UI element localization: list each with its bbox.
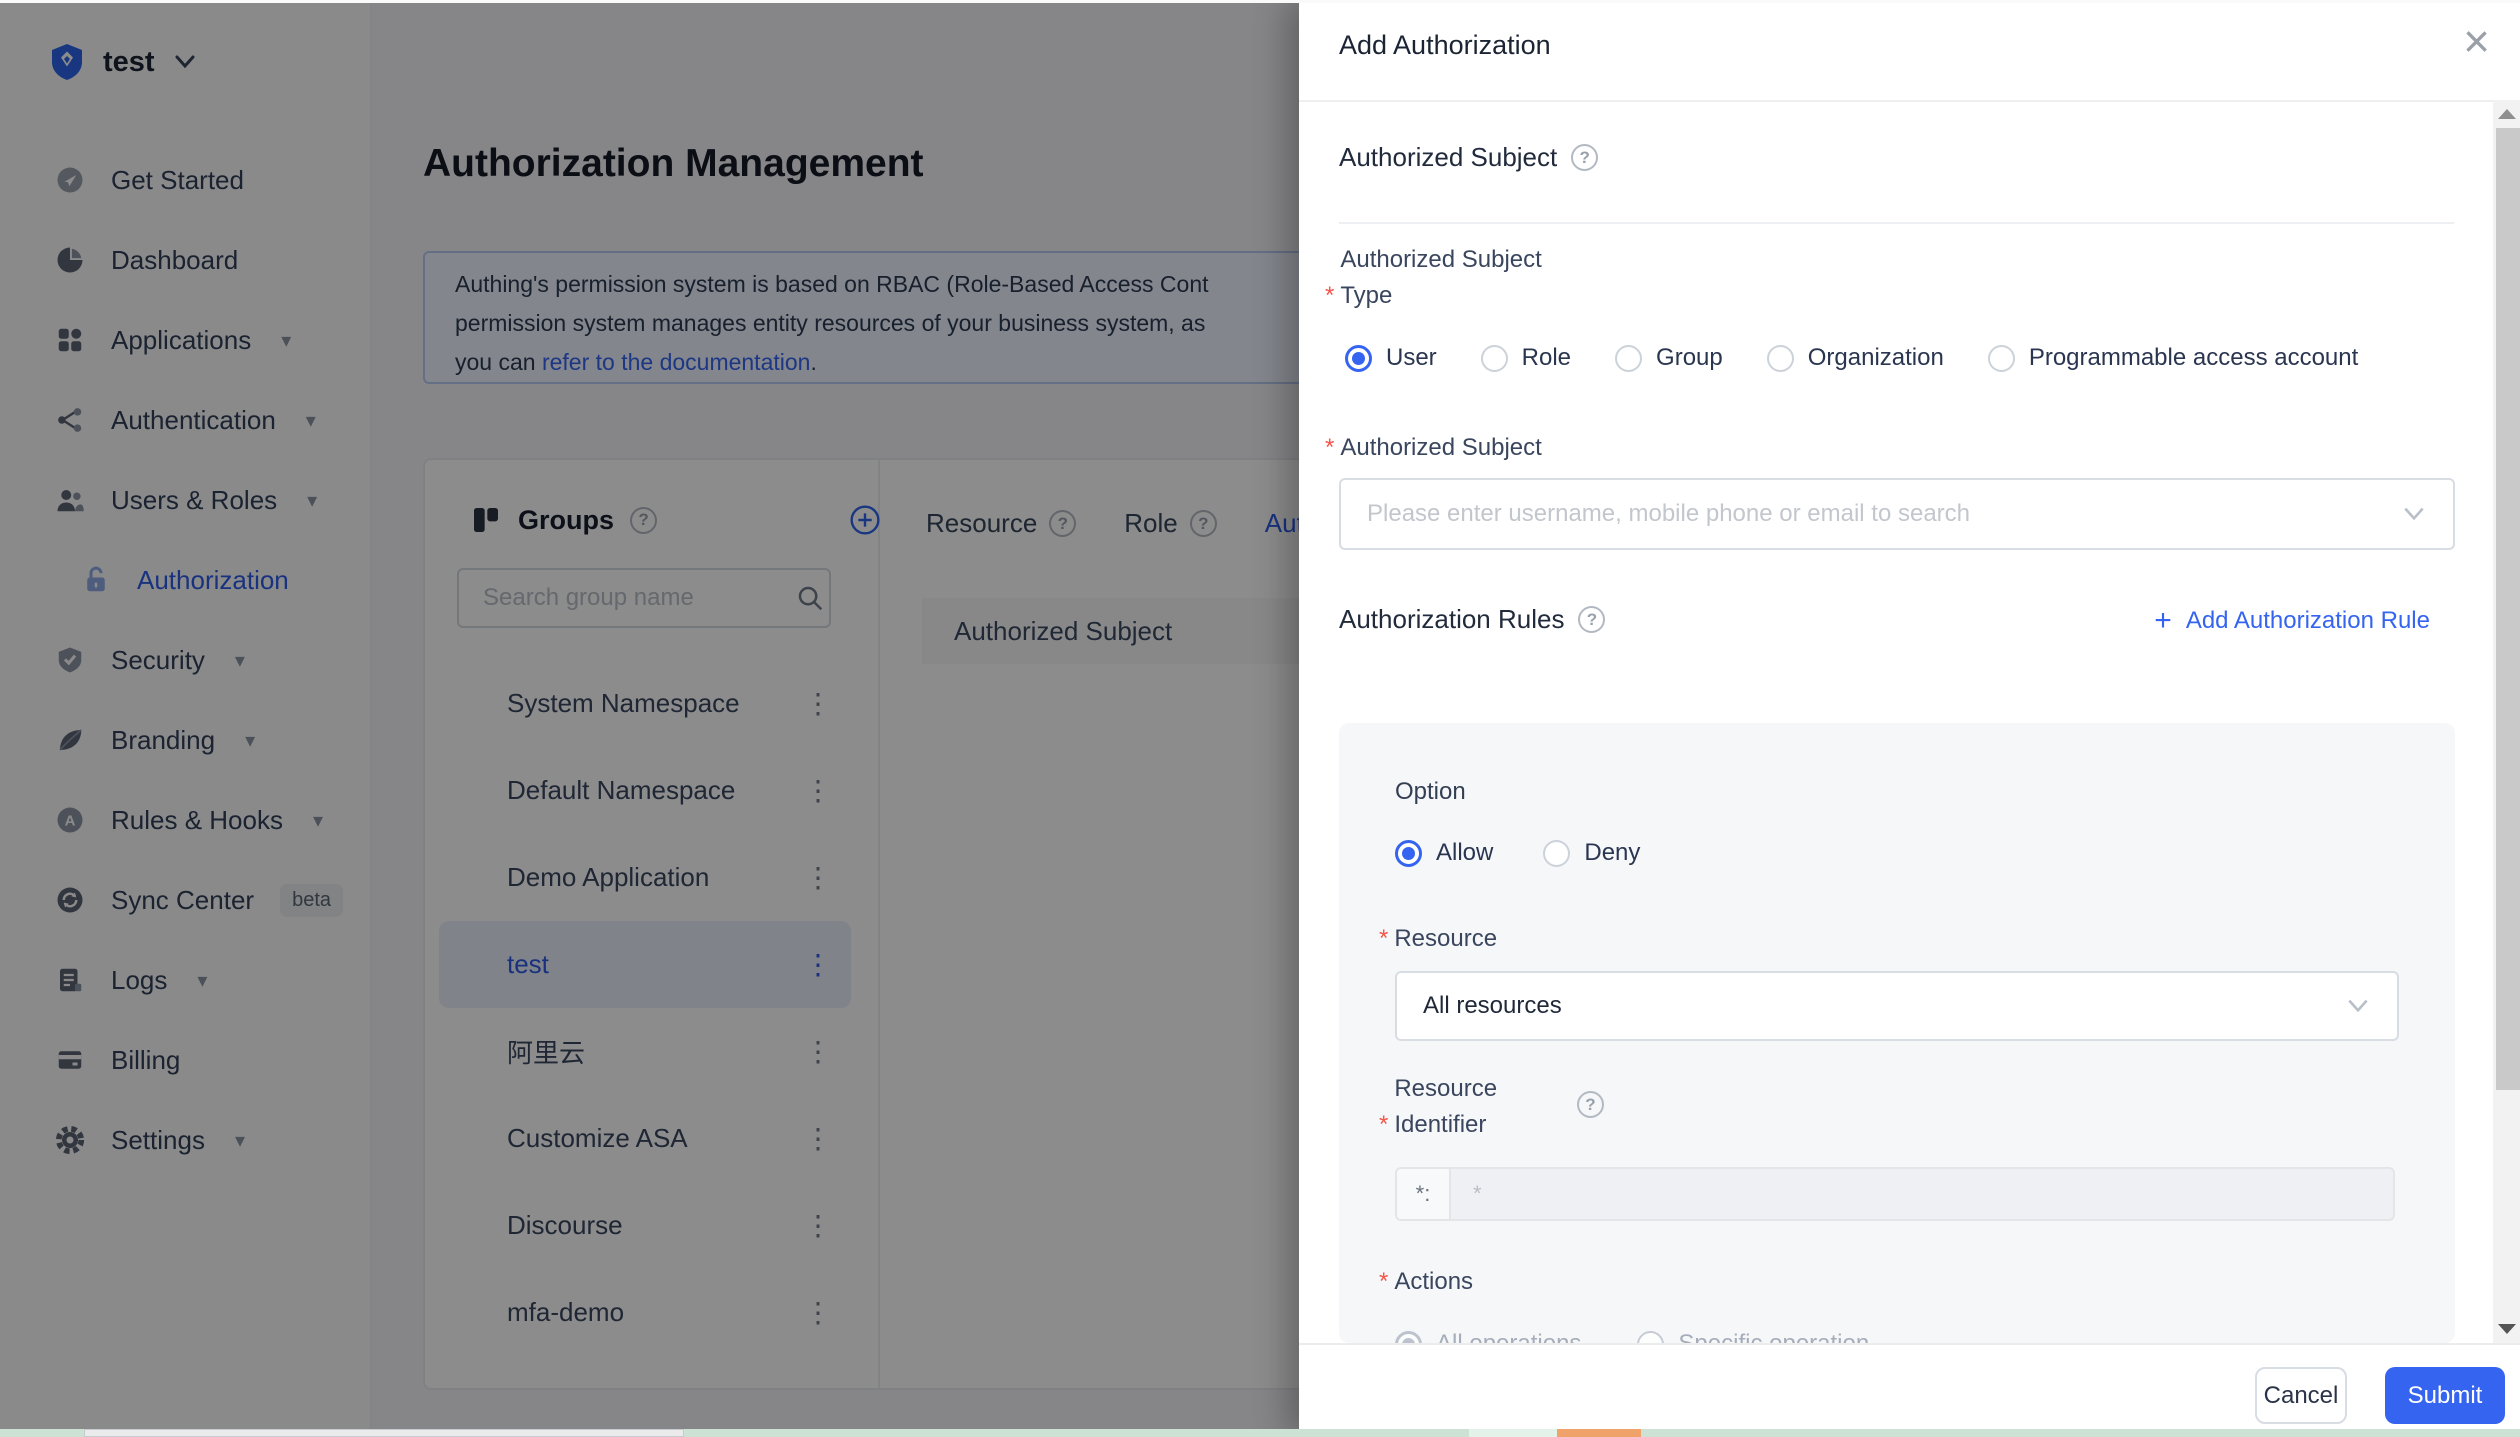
resource-identifier-input-group: *: <box>1395 1167 2395 1221</box>
radio-selected-icon <box>1395 1330 1422 1343</box>
radio-group-option[interactable]: Group <box>1615 344 1723 372</box>
option-label: Option <box>1395 778 1466 805</box>
help-icon[interactable]: ? <box>1577 1091 1604 1118</box>
actions-radio-group: All operations Specific operation <box>1395 1330 1869 1343</box>
radio-programmable-access-account[interactable]: Programmable access account <box>1987 344 2359 372</box>
bottom-scrollbar-thumb <box>84 1429 684 1437</box>
radio-label: Allow <box>1436 839 1494 866</box>
radio-selected-icon <box>1395 839 1422 867</box>
radio-label: Organization <box>1807 344 1944 371</box>
plus-icon: + <box>2154 604 2172 637</box>
bottom-strip-segment-orange <box>1557 1429 1641 1437</box>
radio-allow[interactable]: Allow <box>1395 839 1493 867</box>
drawer-mask[interactable] <box>0 0 1301 1437</box>
scrollbar-up-arrow[interactable] <box>2493 100 2520 128</box>
radio-label: Specific operation <box>1678 1330 1869 1343</box>
required-asterisk: * <box>1379 1111 1389 1138</box>
radio-user[interactable]: User <box>1345 344 1437 372</box>
field-label-line: Authorized Subject <box>1340 246 1542 273</box>
bottom-strip-segment <box>1469 1429 1557 1437</box>
screen: test Get Started Dashboard Applications <box>0 0 2520 1437</box>
authorized-subject-select[interactable]: Please enter username, mobile phone or e… <box>1339 478 2455 550</box>
radio-label: All operations <box>1436 1330 1581 1343</box>
submit-button[interactable]: Submit <box>2385 1367 2505 1424</box>
actions-field-label: * Actions <box>1379 1268 1473 1296</box>
drawer-header: Add Authorization × <box>1299 0 2520 102</box>
required-asterisk: * <box>1379 1268 1389 1295</box>
radio-label: Programmable access account <box>2028 344 2359 371</box>
help-icon[interactable]: ? <box>1578 606 1606 633</box>
radio-role[interactable]: Role <box>1480 344 1572 372</box>
triangle-up-icon <box>2497 109 2516 119</box>
rules-section-heading: Authorization Rules ? <box>1339 604 1606 635</box>
subject-field-label: * Authorized Subject <box>1325 434 1542 462</box>
scrollbar-thumb[interactable] <box>2496 128 2520 1090</box>
window-top-edge <box>0 0 2520 3</box>
drawer-footer: Cancel Submit <box>1299 1343 2520 1437</box>
identifier-prefix: *: <box>1397 1169 1451 1219</box>
required-asterisk: * <box>1379 925 1389 952</box>
add-authorization-rule-button[interactable]: + Add Authorization Rule <box>2154 606 2430 636</box>
field-label: Actions <box>1394 1268 1474 1295</box>
chevron-down-icon <box>2345 997 2371 1015</box>
field-label-line: Type <box>1340 282 1393 309</box>
drawer-scrollbar[interactable] <box>2493 100 2520 1343</box>
radio-label: Deny <box>1584 839 1641 866</box>
resource-identifier-input[interactable] <box>1451 1169 2393 1219</box>
section-divider <box>1339 222 2454 224</box>
section-title: Authorized Subject <box>1339 142 1558 172</box>
radio-icon <box>1987 344 2015 372</box>
subject-section-heading: Authorized Subject ? <box>1339 142 1599 173</box>
radio-icon <box>1615 344 1643 372</box>
triangle-down-icon <box>2497 1324 2516 1334</box>
radio-specific-operation[interactable]: Specific operation <box>1637 1330 1869 1343</box>
type-field-label: * Authorized Subject * Type <box>1325 246 1625 310</box>
required-asterisk: * <box>1325 282 1335 309</box>
cancel-button[interactable]: Cancel <box>2255 1367 2347 1424</box>
radio-all-operations[interactable]: All operations <box>1395 1330 1581 1343</box>
field-label-line: Identifier <box>1394 1111 1487 1138</box>
radio-deny[interactable]: Deny <box>1543 839 1640 867</box>
add-authorization-drawer: Add Authorization × Authorized Subject ?… <box>1299 0 2520 1437</box>
field-label: Authorized Subject <box>1340 434 1542 461</box>
radio-label: User <box>1386 344 1437 371</box>
resource-field-label: * Resource <box>1379 925 1497 953</box>
radio-icon <box>1480 344 1508 372</box>
select-placeholder: Please enter username, mobile phone or e… <box>1367 500 1970 527</box>
radio-icon <box>1766 344 1794 372</box>
option-radio-group: Allow Deny <box>1395 839 1640 867</box>
radio-label: Role <box>1521 344 1572 371</box>
identifier-field-label: * Resource * Identifier <box>1379 1075 1497 1139</box>
screen-bottom-strip <box>0 1429 2520 1437</box>
drawer-title: Add Authorization <box>1339 30 1551 60</box>
field-label-line: Resource <box>1394 1075 1498 1102</box>
radio-selected-icon <box>1345 344 1372 372</box>
scrollbar-down-arrow[interactable] <box>2493 1315 2520 1343</box>
radio-icon <box>1637 1330 1665 1343</box>
resource-select[interactable]: All resources <box>1395 971 2399 1041</box>
close-icon[interactable]: × <box>2463 18 2490 64</box>
link-label: Add Authorization Rule <box>2185 607 2430 634</box>
radio-organization[interactable]: Organization <box>1766 344 1944 372</box>
section-title: Authorization Rules <box>1339 604 1565 634</box>
rule-panel: Option Allow Deny * Resource All resourc… <box>1339 723 2455 1343</box>
help-icon[interactable]: ? <box>1571 144 1599 171</box>
required-asterisk: * <box>1325 434 1335 461</box>
field-label: Resource <box>1394 925 1498 952</box>
chevron-down-icon <box>2401 505 2427 523</box>
radio-icon <box>1543 839 1571 867</box>
radio-label: Group <box>1656 344 1723 371</box>
subject-type-radio-group: User Role Group Organization Programmabl… <box>1345 344 2358 372</box>
select-value: All resources <box>1423 992 1562 1019</box>
